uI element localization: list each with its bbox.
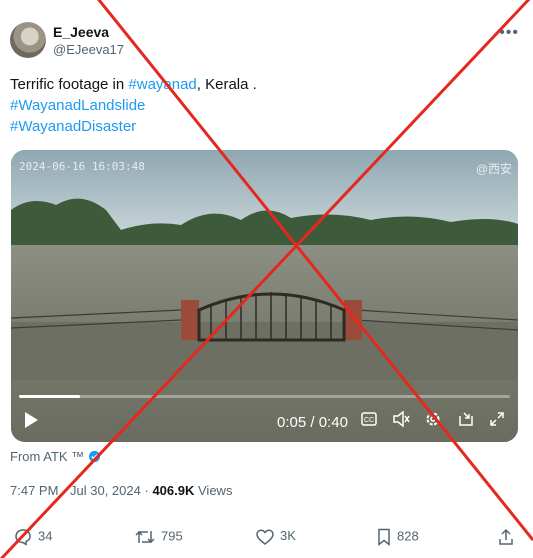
hashtag-wayanad[interactable]: #wayanad	[128, 76, 196, 93]
bookmark-button[interactable]: 828	[377, 528, 419, 547]
avatar[interactable]	[10, 22, 46, 58]
reply-count: 34	[38, 528, 53, 544]
video-time-display: 0:05 / 0:40	[277, 414, 348, 431]
reply-icon	[15, 529, 31, 546]
author-handle[interactable]: @EJeeva17	[53, 42, 124, 57]
camera-timestamp: 2024-06-16 16:03:48	[19, 160, 145, 173]
meta-separator-2: ·	[144, 483, 149, 498]
author-name[interactable]: E_Jeeva	[53, 24, 109, 40]
tweet-text-line-1: Terrific footage in #wayanad, Kerala .	[10, 74, 257, 95]
tweet-meta: 7:47 PM · Jul 30, 2024 · 406.9K Views	[10, 483, 232, 498]
pip-icon[interactable]	[458, 411, 474, 432]
like-button[interactable]: 3K	[256, 528, 296, 545]
video-duration: 0:40	[318, 414, 348, 431]
video-progress-bar[interactable]	[19, 395, 510, 398]
video-progress-fill	[19, 395, 81, 398]
views-count: 406.9K	[152, 483, 195, 498]
reply-button[interactable]: 34	[14, 528, 52, 546]
tweet-text-prefix: Terrific footage in	[10, 76, 129, 93]
video-time-separator: /	[306, 414, 319, 431]
post-time[interactable]: 7:47 PM	[10, 483, 58, 498]
hashtag-wayanad-disaster[interactable]: #WayanadDisaster	[10, 116, 257, 137]
action-bar: 34 795 3K 828	[0, 522, 533, 552]
tweet-text: Terrific footage in #wayanad, Kerala . #…	[10, 74, 257, 137]
verified-icon	[88, 450, 100, 463]
captions-icon[interactable]: CC	[361, 411, 377, 431]
meta-separator: ·	[62, 483, 67, 498]
video-current-time: 0:05	[277, 414, 307, 431]
video-watermark: @西安	[475, 162, 512, 176]
repost-icon	[135, 530, 155, 544]
play-icon[interactable]	[23, 411, 39, 434]
like-icon	[256, 529, 274, 545]
from-label: From	[10, 449, 41, 464]
post-date[interactable]: Jul 30, 2024	[70, 483, 141, 498]
volume-icon[interactable]	[393, 410, 411, 432]
bookmark-count: 828	[397, 528, 419, 544]
views-label: Views	[198, 483, 233, 498]
share-button[interactable]	[498, 528, 520, 546]
video-frame-gate	[11, 292, 518, 380]
source-attribution: From ATK ™	[10, 449, 101, 464]
settings-icon[interactable]	[425, 411, 441, 432]
like-count: 3K	[280, 528, 296, 543]
share-icon	[499, 528, 513, 545]
svg-text:CC: CC	[364, 417, 374, 424]
video-player[interactable]: 2024-06-16 16:03:48 @西安 0:05 / 0:40 CC	[11, 150, 518, 442]
tweet-text-suffix: , Kerala .	[196, 76, 257, 93]
repost-button[interactable]: 795	[135, 528, 183, 546]
bookmark-icon	[378, 528, 390, 547]
video-controls: 0:05 / 0:40 CC	[11, 408, 518, 438]
fullscreen-icon[interactable]	[489, 411, 505, 432]
more-options-button[interactable]: •••	[499, 24, 519, 42]
from-value[interactable]: ATK ™	[43, 449, 84, 464]
repost-count: 795	[161, 528, 183, 544]
hashtag-wayanad-landslide[interactable]: #WayanadLandslide	[10, 95, 257, 116]
